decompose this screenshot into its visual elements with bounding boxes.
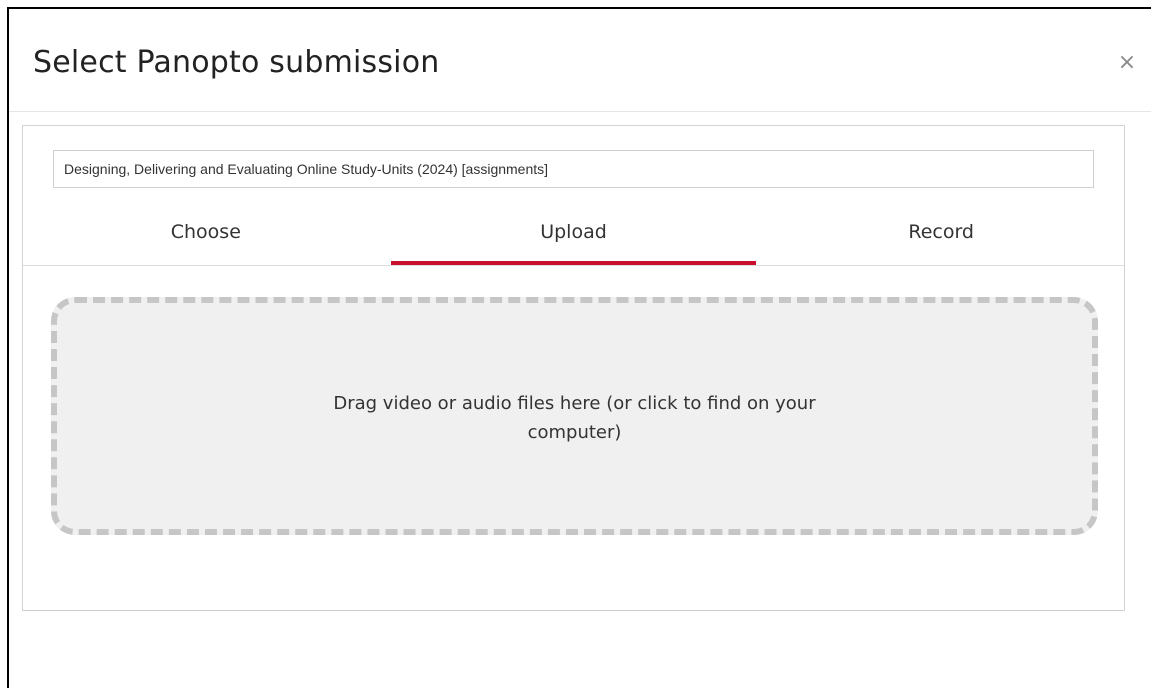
upload-drop-zone[interactable]: Drag video or audio files here (or click… [51,297,1098,535]
folder-selector[interactable]: Designing, Delivering and Evaluating Onl… [53,150,1094,188]
dialog-header: Select Panopto submission × [9,9,1151,112]
panopto-frame: Designing, Delivering and Evaluating Onl… [22,125,1125,611]
tab-bar: Choose Upload Record [23,218,1124,266]
drop-zone-instructions: Drag video or audio files here (or click… [333,393,816,443]
panopto-submission-dialog: Select Panopto submission × Designing, D… [7,7,1151,688]
close-icon: × [1117,50,1137,75]
dialog-title: Select Panopto submission [33,45,440,80]
close-button[interactable]: × [1115,51,1139,75]
tab-upload[interactable]: Upload [390,218,757,265]
tab-record[interactable]: Record [758,218,1124,265]
tab-choose[interactable]: Choose [23,218,389,265]
